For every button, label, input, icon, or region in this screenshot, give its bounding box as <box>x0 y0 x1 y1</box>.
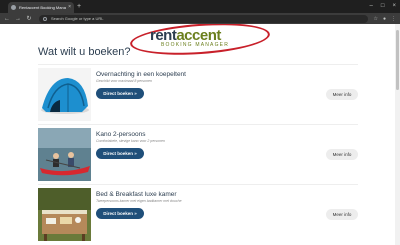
book-now-button[interactable]: Direct boeken » <box>96 148 144 159</box>
address-bar[interactable]: Search Google or type a URL <box>39 14 369 23</box>
book-now-button[interactable]: Direct boeken » <box>96 208 144 219</box>
close-tab-icon[interactable]: × <box>68 5 71 10</box>
new-tab-button[interactable]: + <box>77 2 81 12</box>
back-icon[interactable]: ← <box>4 16 10 22</box>
item-name: Kano 2-persoons <box>96 131 146 138</box>
close-window-button[interactable]: × <box>392 1 396 11</box>
profile-icon[interactable]: ● <box>383 16 386 22</box>
booking-item: Kano 2-persoons Comfortabele, stevige ka… <box>38 124 358 184</box>
bookmark-star-icon[interactable]: ☆ <box>373 16 377 22</box>
booking-item: Bed & Breakfast luxe kamer Tweepersoons … <box>38 184 358 244</box>
browser-tab[interactable]: Rentaccent Booking Manager × <box>8 2 74 13</box>
logo-subtitle: BOOKING MANAGER <box>161 42 230 48</box>
item-name: Bed & Breakfast luxe kamer <box>96 191 177 198</box>
menu-icon[interactable]: ⋮ <box>391 16 396 22</box>
forward-icon[interactable]: → <box>15 16 21 22</box>
booking-item-list: Overnachting in een koepeltent Geschikt … <box>38 64 358 244</box>
minimize-button[interactable]: – <box>370 1 373 11</box>
address-bar-placeholder: Search Google or type a URL <box>51 16 104 21</box>
item-description: Comfortabele, stevige kano voor 2 person… <box>96 139 165 143</box>
booking-item: Overnachting in een koepeltent Geschikt … <box>38 64 358 124</box>
canoe-image <box>38 128 91 181</box>
maximize-button[interactable]: □ <box>381 1 385 11</box>
window-controls: – □ × <box>370 1 396 11</box>
item-name: Overnachting in een koepeltent <box>96 71 186 78</box>
item-description: Tweepersoons kamer met eigen badkamer me… <box>96 199 182 203</box>
bed-breakfast-image <box>38 188 91 241</box>
scrollbar-thumb[interactable] <box>396 30 399 90</box>
item-description: Geschikt voor maximaal 8 personen <box>96 79 152 83</box>
more-info-button[interactable]: Meer info <box>326 209 358 220</box>
tab-title: Rentaccent Booking Manager <box>19 5 66 10</box>
page-content: rentaccent BOOKING MANAGER Wat wilt u bo… <box>0 24 400 245</box>
browser-tab-bar: Rentaccent Booking Manager × + – □ × <box>0 0 400 13</box>
toolbar-actions: ☆ ● ⋮ <box>373 16 396 22</box>
browser-toolbar: ← → ↻ Search Google or type a URL ☆ ● ⋮ <box>0 13 400 24</box>
more-info-button[interactable]: Meer info <box>326 89 358 100</box>
more-info-button[interactable]: Meer info <box>326 149 358 160</box>
page-title: Wat wilt u boeken? <box>38 46 131 58</box>
favicon-icon <box>11 5 16 10</box>
scrollbar[interactable] <box>395 24 400 245</box>
google-icon <box>43 16 47 21</box>
rentaccent-logo[interactable]: rentaccent BOOKING MANAGER <box>129 24 271 59</box>
reload-icon[interactable]: ↻ <box>26 16 32 22</box>
dome-tent-image <box>38 68 91 121</box>
book-now-button[interactable]: Direct boeken » <box>96 88 144 99</box>
